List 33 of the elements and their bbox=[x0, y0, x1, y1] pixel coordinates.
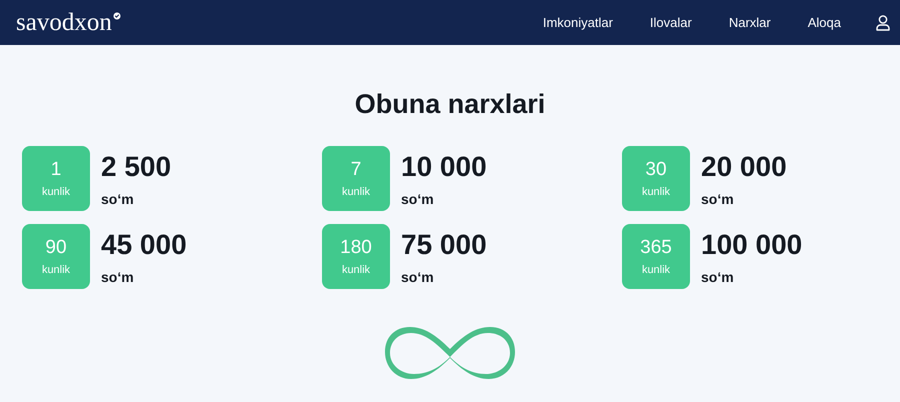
days-count: 90 bbox=[45, 237, 67, 259]
days-count: 30 bbox=[645, 159, 667, 181]
days-unit: kunlik bbox=[342, 186, 370, 198]
nav-link[interactable]: Ilovalar bbox=[650, 15, 692, 30]
user-icon[interactable] bbox=[876, 14, 890, 30]
days-count: 180 bbox=[340, 237, 372, 259]
currency: so‘m bbox=[101, 268, 135, 285]
price: 100 000 bbox=[701, 230, 802, 261]
days-count: 7 bbox=[350, 159, 362, 181]
currency: so‘m bbox=[701, 190, 735, 207]
days-unit: kunlik bbox=[42, 186, 70, 198]
price: 10 000 bbox=[401, 152, 487, 183]
currency: so‘m bbox=[401, 268, 435, 285]
price: 20 000 bbox=[701, 152, 787, 183]
check-circle-icon bbox=[112, 12, 121, 20]
logo[interactable]: savodxon bbox=[16, 10, 112, 35]
page-title: Obuna narxlari bbox=[354, 89, 546, 120]
infinity-icon bbox=[384, 325, 516, 381]
nav-link[interactable]: Aloqa bbox=[808, 15, 841, 30]
currency: so‘m bbox=[701, 268, 735, 285]
days-unit: kunlik bbox=[642, 264, 670, 276]
days-unit: kunlik bbox=[342, 264, 370, 276]
currency: so‘m bbox=[401, 190, 435, 207]
nav-link[interactable]: Narxlar bbox=[728, 15, 771, 30]
currency: so‘m bbox=[101, 190, 135, 207]
days-unit: kunlik bbox=[642, 186, 670, 198]
price: 45 000 bbox=[101, 230, 187, 261]
nav-link[interactable]: Imkoniyatlar bbox=[542, 15, 613, 30]
days-unit: kunlik bbox=[42, 264, 70, 276]
price: 75 000 bbox=[401, 230, 487, 261]
days-count: 1 bbox=[50, 159, 62, 181]
price: 2 500 bbox=[101, 152, 172, 183]
days-count: 365 bbox=[640, 237, 672, 259]
